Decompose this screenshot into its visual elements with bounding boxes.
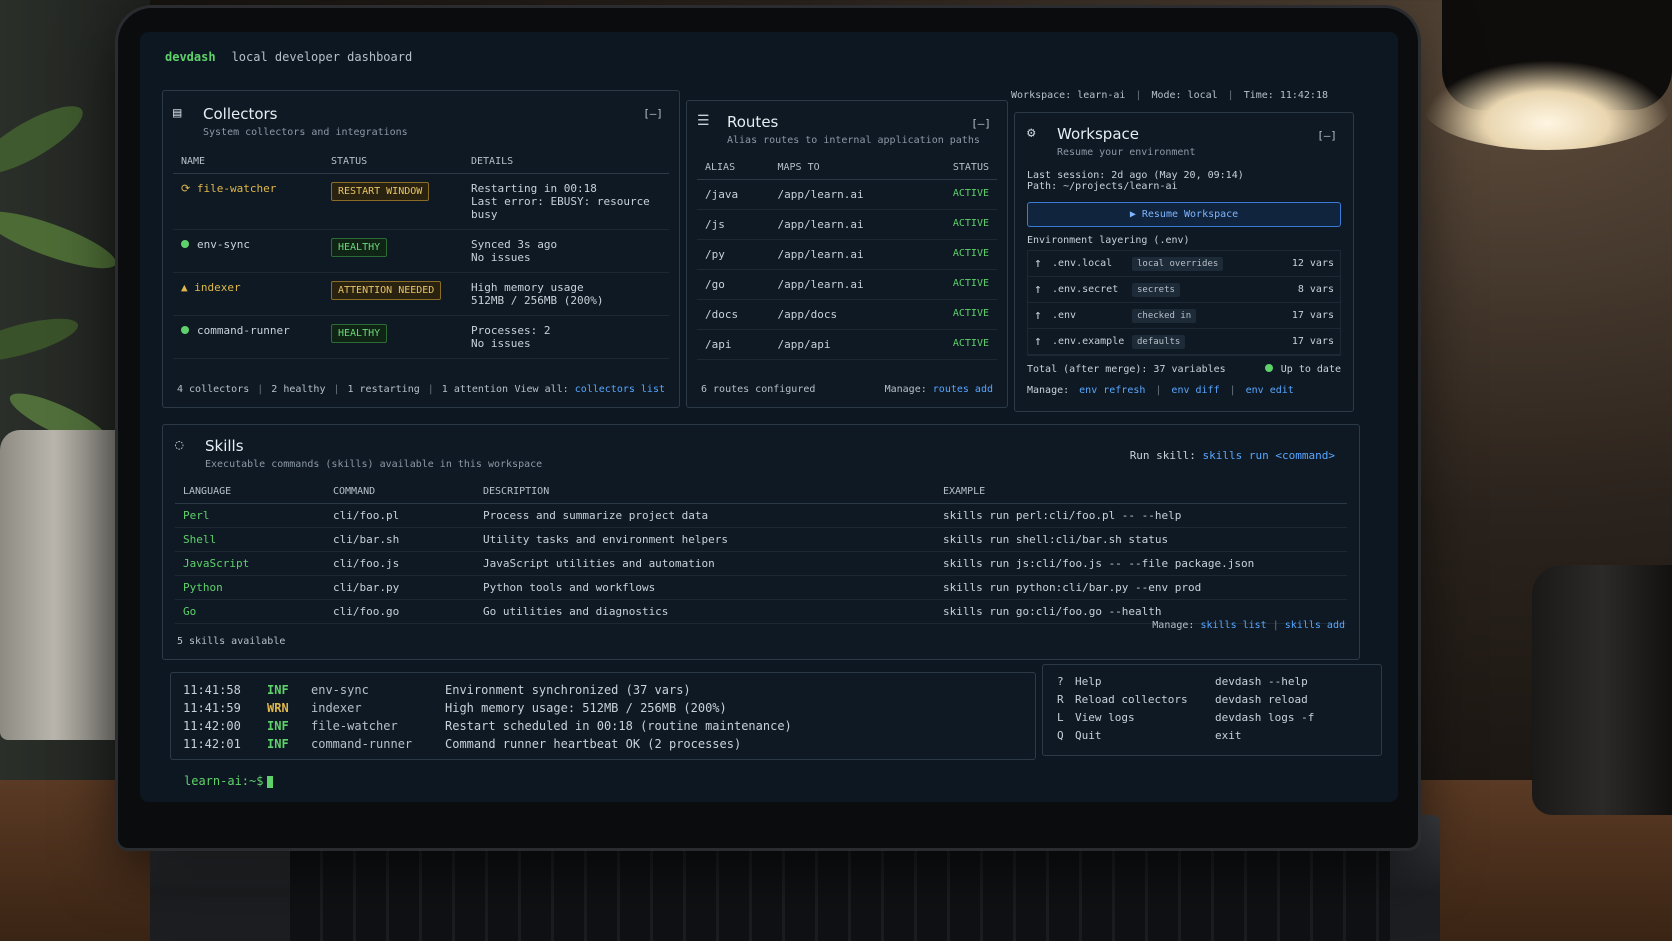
skills-title: Skills [205,437,244,455]
list-item[interactable]: ↑ .env checked in 17 vars [1028,303,1340,329]
app-subtitle: local developer dashboard [231,50,413,64]
env-edit-link[interactable]: env edit [1246,385,1294,396]
collectors-footer: 4 collectors | 2 healthy | 1 restarting | 1… [177,384,509,395]
collectors-collapse-button[interactable]: [–] [643,107,663,120]
status-badge: HEALTHY [331,238,388,257]
collectors-title: Collectors [203,105,278,123]
routes-title: Routes [727,113,779,131]
terminal-prompt[interactable]: learn-ai:~$ [184,774,274,788]
healthy-dot-icon [181,240,189,248]
table-row[interactable]: command-runner HEALTHY Processes: 2 No is… [173,315,669,359]
status-badge: ATTENTION NEEDED [331,281,442,300]
table-row[interactable]: Shell cli/bar.sh Utility tasks and environ… [175,527,1347,552]
routes-icon: ☰ [697,113,710,129]
table-row[interactable]: Python cli/bar.py Python tools and workflo… [175,575,1347,600]
routes-subtitle: Alias routes to internal application pat… [727,135,980,146]
help-item[interactable]: Q Quit exit [1057,727,1367,745]
routes-add-link[interactable]: routes add [933,384,993,395]
workspace-path: Path: ~/projects/learn-ai [1027,181,1178,192]
skills-run-link[interactable]: skills run <command> [1203,449,1335,462]
status-dot-icon [1264,364,1273,372]
log-line: 11:41:59 WRN indexer High memory usage: 512… [183,701,727,715]
env-list: ↑ .env.local local overrides 12 vars ↑ .env.… [1027,250,1341,356]
time-status: Time: 11:42:18 [1243,90,1328,101]
collectors-list-link[interactable]: collectors list [575,384,665,395]
env-diff-link[interactable]: env diff [1171,385,1219,396]
status-bar: Workspace: learn-ai | Mode: local | Time… [1011,90,1328,101]
skills-panel: ◌ Skills Executable commands (skills) av… [162,424,1360,660]
collectors-icon: ▤ [173,105,182,121]
list-item[interactable]: ↑ .env.example defaults 17 vars [1028,329,1340,355]
skills-add-link[interactable]: skills add [1285,620,1345,631]
lightbulb-icon: ◌ [175,437,184,453]
list-item[interactable]: ↑ .env.secret secrets 8 vars [1028,277,1340,303]
env-total: Total (after merge): 37 variables [1027,364,1226,375]
arrow-up-icon: ↑ [1034,334,1042,349]
mug [1532,565,1672,815]
collectors-table: NAME STATUS DETAILS ⟳ file-watcher RESTA… [173,150,669,359]
status-badge: RESTART WINDOW [331,182,430,201]
table-row[interactable]: JavaScript cli/foo.js JavaScript utilities… [175,551,1347,576]
gear-icon: ⚙ [1027,125,1036,141]
collectors-panel: ▤ Collectors System collectors and integ… [162,90,680,408]
table-row[interactable]: /go/app/learn.ai ACTIVE [697,269,997,300]
table-row[interactable]: /docs/app/docs ACTIVE [697,299,997,330]
resume-workspace-button[interactable]: ▶ Resume Workspace [1027,202,1341,227]
routes-table: ALIAS MAPS TO STATUS /java/app/learn.ai A… [697,156,997,360]
help-item[interactable]: L View logs devdash logs -f [1057,709,1367,727]
skills-list-link[interactable]: skills list [1200,620,1266,631]
warning-icon: ▲ [181,281,195,294]
layering-title: Environment layering (.env) [1027,235,1190,246]
col-status: STATUS [323,150,463,174]
table-row[interactable]: /java/app/learn.ai ACTIVE [697,179,997,210]
table-row[interactable]: /api/app/api ACTIVE [697,329,997,360]
lamp-light [1422,60,1672,150]
plant-pot [0,430,135,740]
mode-status: Mode: local [1151,90,1218,101]
last-session: Last session: 2d ago (May 20, 09:14) [1027,170,1244,181]
workspace-panel: ⚙ Workspace Resume your environment [–] … [1014,112,1354,412]
workspace-title: Workspace [1057,125,1139,143]
table-row[interactable]: Perl cli/foo.pl Process and summarize proj… [175,503,1347,528]
help-item[interactable]: ? Help devdash --help [1057,673,1367,691]
workspace-status: Workspace: learn-ai [1011,90,1126,101]
table-row[interactable]: ⟳ file-watcher RESTART WINDOW Restarting… [173,173,669,230]
arrow-up-icon: ↑ [1034,282,1042,297]
table-row[interactable]: ▲ indexer ATTENTION NEEDED High memory u… [173,272,669,316]
col-name: NAME [173,150,323,174]
skills-subtitle: Executable commands (skills) available i… [205,459,543,470]
arrow-up-icon: ↑ [1034,256,1042,271]
log-line: 11:42:01 INF command-runner Command runner … [183,737,742,751]
screen: devdash local developer dashboard Worksp… [140,32,1398,802]
restart-icon: ⟳ [181,182,197,195]
workspace-collapse-button[interactable]: [–] [1317,129,1337,142]
log-line: 11:41:58 INF env-sync Environment synchroni… [183,683,691,697]
status-badge: HEALTHY [331,324,388,343]
arrow-up-icon: ↑ [1034,308,1042,323]
play-icon: ▶ [1129,209,1142,220]
healthy-dot-icon [181,326,189,334]
skills-count: 5 skills available [177,636,286,647]
log-panel: 11:41:58 INF env-sync Environment synchroni… [170,672,1036,760]
keyboard [290,835,1390,941]
env-refresh-link[interactable]: env refresh [1079,385,1145,396]
list-item[interactable]: ↑ .env.local local overrides 12 vars [1028,251,1340,277]
workspace-subtitle: Resume your environment [1057,147,1196,158]
collectors-subtitle: System collectors and integrations [203,127,408,138]
col-details: DETAILS [463,150,669,174]
topbar: devdash local developer dashboard [165,50,412,64]
log-line: 11:42:00 INF file-watcher Restart scheduled… [183,719,792,733]
cursor [267,775,274,788]
help-panel: ? Help devdash --help R Reload collectors de… [1042,664,1382,756]
help-item[interactable]: R Reload collectors devdash reload [1057,691,1367,709]
skills-table: LANGUAGE COMMAND DESCRIPTION EXAMPLE Per… [175,480,1347,624]
table-row[interactable]: /js/app/learn.ai ACTIVE [697,209,997,240]
routes-collapse-button[interactable]: [–] [971,117,991,130]
routes-panel: ☰ Routes Alias routes to internal applic… [686,100,1008,408]
app-name: devdash [165,50,216,64]
table-row[interactable]: /py/app/learn.ai ACTIVE [697,239,997,270]
table-row[interactable]: env-sync HEALTHY Synced 3s ago No issues [173,229,669,273]
